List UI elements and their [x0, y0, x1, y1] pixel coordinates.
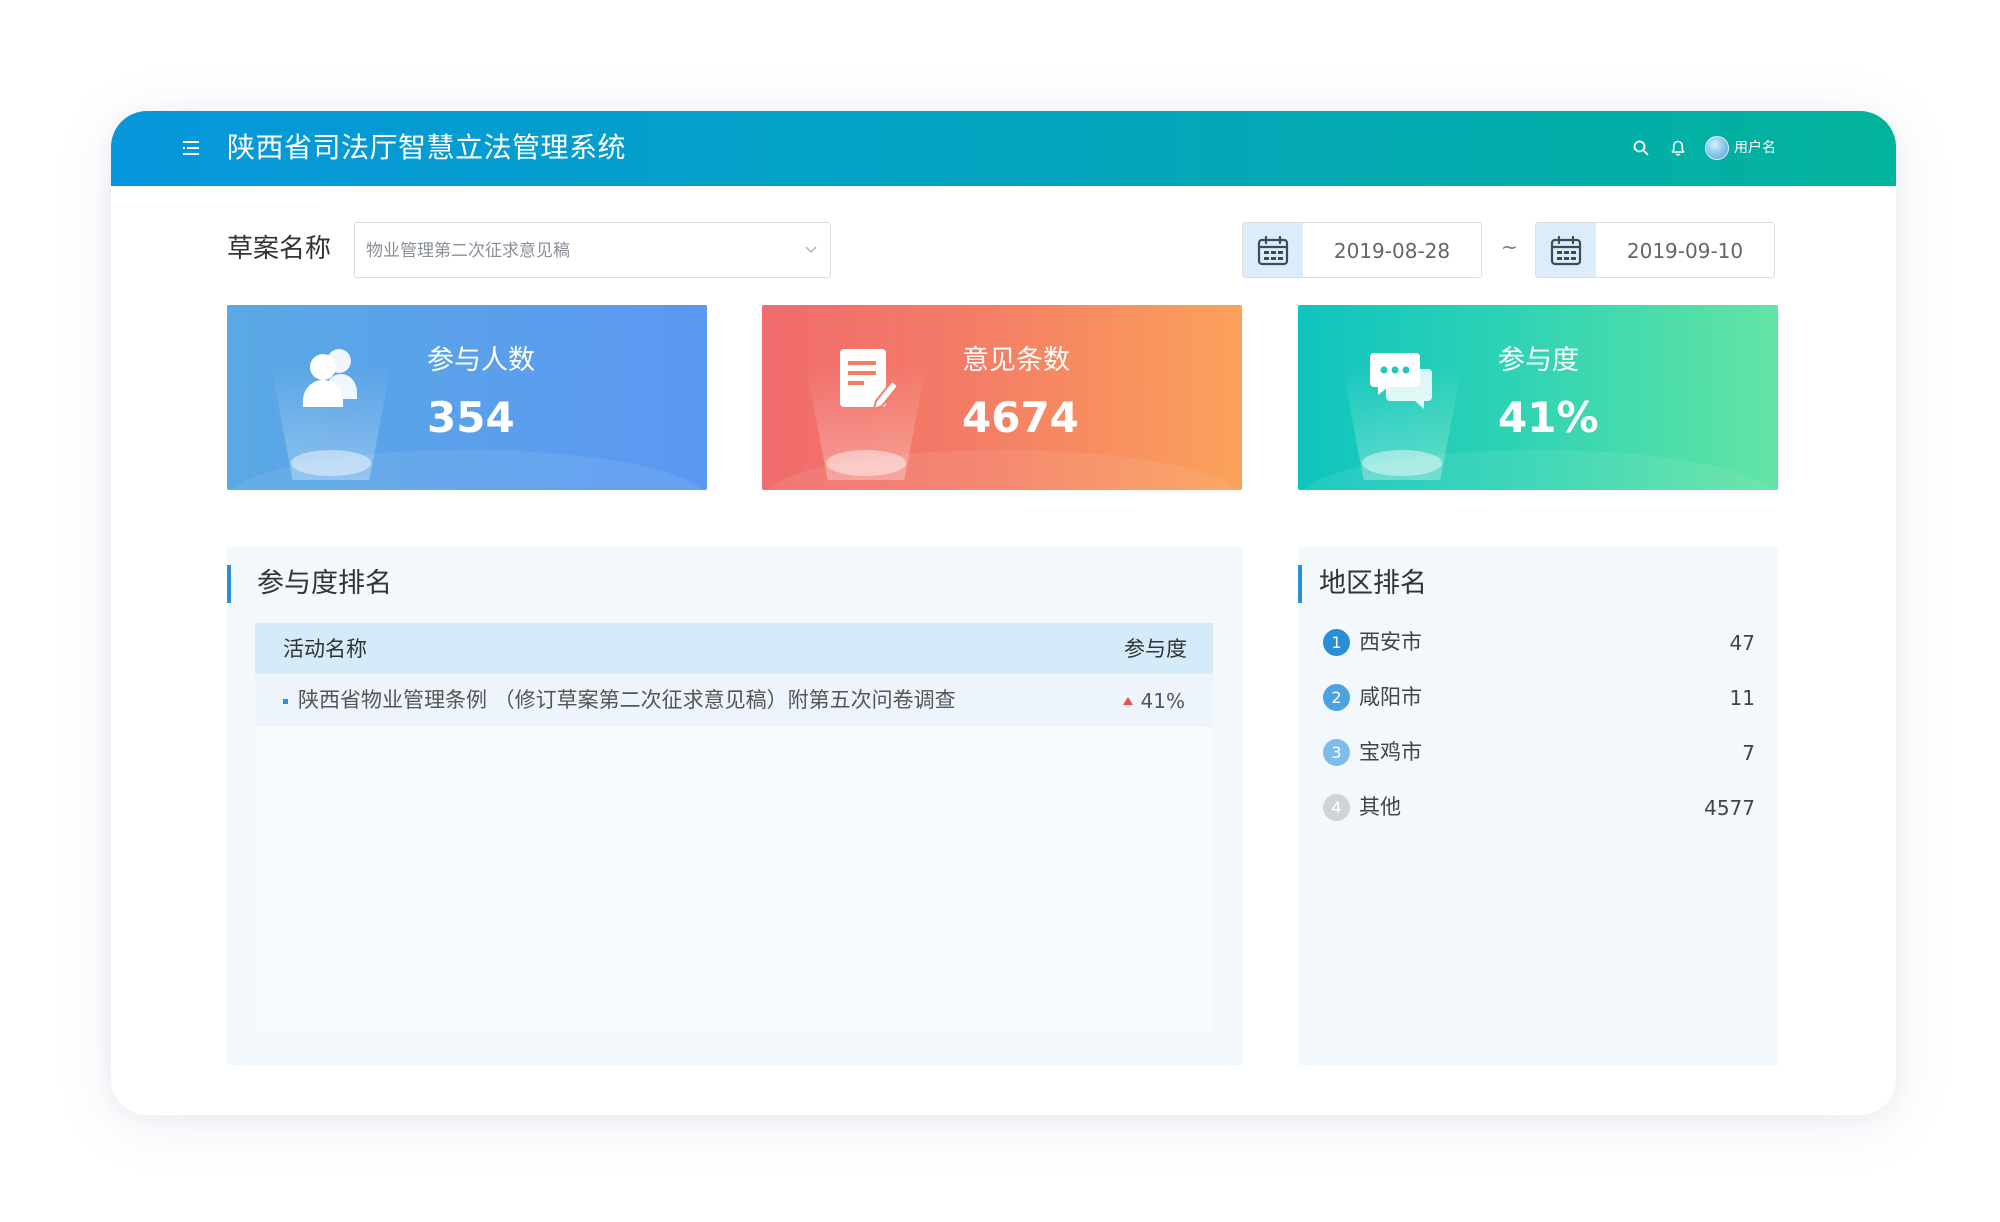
- rank-badge: 1: [1323, 629, 1350, 656]
- bullet-icon: [283, 699, 288, 704]
- column-header-rate: 参与度: [1124, 637, 1187, 661]
- calendar-icon: [1550, 235, 1582, 266]
- bell-icon[interactable]: [1669, 139, 1687, 157]
- list-item[interactable]: 2 咸阳市 11: [1323, 678, 1755, 733]
- draft-label: 草案名称: [227, 234, 332, 264]
- draft-select[interactable]: 物业管理第二次征求意见稿: [354, 222, 831, 278]
- column-header-activity: 活动名称: [283, 637, 367, 661]
- end-date-icon-cell[interactable]: [1536, 223, 1596, 277]
- top-bar: 陕西省司法厅智慧立法管理系统 用户名: [111, 111, 1896, 186]
- end-date-picker[interactable]: 2019-09-10: [1535, 222, 1775, 278]
- activity-name[interactable]: 陕西省物业管理条例 （修订草案第二次征求意见稿）附第五次问卷调查: [298, 686, 956, 714]
- document-edit-icon: [840, 349, 900, 411]
- panel-title: 参与度排名: [227, 565, 392, 603]
- start-date-value: 2019-08-28: [1333, 239, 1451, 263]
- chevron-down-icon: [805, 246, 817, 254]
- rank-badge: 2: [1323, 684, 1350, 711]
- card-base-decoration: [826, 450, 906, 476]
- card-base-decoration: [1362, 450, 1442, 476]
- region-list: 1 西安市 47 2 咸阳市 11 3 宝鸡市 7 4 其他 4577: [1323, 623, 1755, 843]
- region-ranking-panel: 地区排名 1 西安市 47 2 咸阳市 11 3 宝鸡市 7 4 其他 4577: [1298, 547, 1778, 1065]
- stat-value: 4674: [962, 393, 1079, 442]
- stat-card-participation-rate: 参与度 41%: [1298, 305, 1778, 490]
- card-base-decoration: [291, 450, 371, 476]
- stat-card-participants: 参与人数 354: [227, 305, 707, 490]
- table-header: 活动名称 参与度: [255, 623, 1213, 674]
- list-item[interactable]: 4 其他 4577: [1323, 788, 1755, 843]
- users-icon: [303, 349, 357, 407]
- ranking-table: 活动名称 参与度 陕西省物业管理条例 （修订草案第二次征求意见稿）附第五次问卷调…: [255, 623, 1213, 1033]
- rank-badge: 3: [1323, 739, 1350, 766]
- region-name: 宝鸡市: [1359, 740, 1422, 764]
- app-title: 陕西省司法厅智慧立法管理系统: [227, 131, 627, 164]
- app-window: 陕西省司法厅智慧立法管理系统 用户名 草案名称 物业管理第二次征求意见稿 201…: [111, 111, 1896, 1115]
- search-icon[interactable]: [1632, 139, 1650, 157]
- date-separator: ~: [1501, 235, 1518, 259]
- rank-badge: 4: [1323, 794, 1350, 821]
- start-date-picker[interactable]: 2019-08-28: [1242, 222, 1482, 278]
- activity-rate: 41%: [1140, 689, 1185, 713]
- region-count: 4577: [1704, 796, 1755, 820]
- region-name: 咸阳市: [1359, 685, 1422, 709]
- stat-label: 意见条数: [962, 345, 1070, 376]
- region-count: 11: [1729, 686, 1755, 710]
- trend-up-icon: [1123, 697, 1133, 705]
- calendar-icon: [1257, 235, 1289, 266]
- end-date-value: 2019-09-10: [1626, 239, 1744, 263]
- avatar[interactable]: [1705, 136, 1729, 160]
- participation-ranking-panel: 参与度排名 活动名称 参与度 陕西省物业管理条例 （修订草案第二次征求意见稿）附…: [227, 547, 1243, 1065]
- stat-card-opinions: 意见条数 4674: [762, 305, 1242, 490]
- stat-label: 参与人数: [427, 345, 535, 376]
- region-name: 其他: [1359, 795, 1401, 819]
- list-item[interactable]: 1 西安市 47: [1323, 623, 1755, 678]
- menu-icon[interactable]: [181, 138, 201, 158]
- draft-select-value: 物业管理第二次征求意见稿: [366, 241, 570, 261]
- stat-label: 参与度: [1498, 345, 1579, 376]
- region-count: 47: [1729, 631, 1755, 655]
- region-count: 7: [1742, 741, 1755, 765]
- chat-bubbles-icon: [1370, 353, 1432, 409]
- stat-value: 41%: [1498, 393, 1599, 442]
- region-name: 西安市: [1359, 630, 1422, 654]
- start-date-icon-cell[interactable]: [1243, 223, 1303, 277]
- list-item[interactable]: 3 宝鸡市 7: [1323, 733, 1755, 788]
- stat-value: 354: [427, 393, 515, 442]
- table-row[interactable]: 陕西省物业管理条例 （修订草案第二次征求意见稿）附第五次问卷调查 41%: [255, 674, 1213, 727]
- username[interactable]: 用户名: [1734, 138, 1776, 158]
- panel-title: 地区排名: [1298, 565, 1427, 603]
